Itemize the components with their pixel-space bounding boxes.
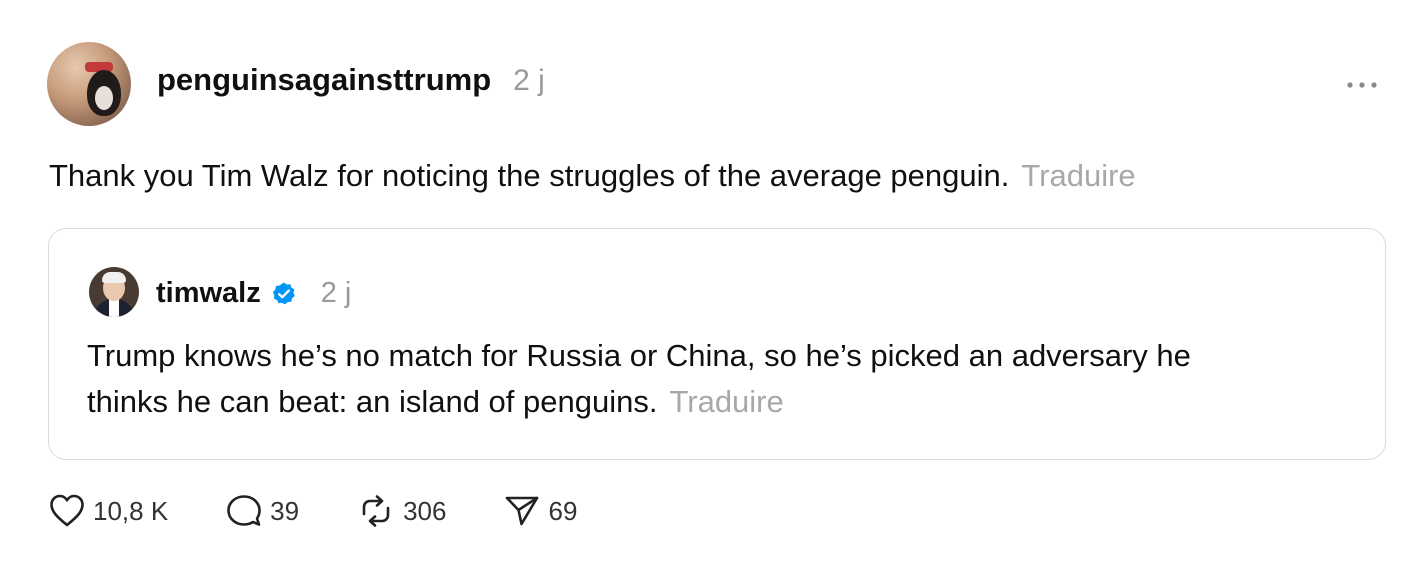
- quoted-author-username[interactable]: timwalz: [156, 277, 261, 310]
- avatar-shirt: [109, 299, 119, 317]
- repost-icon: [362, 495, 390, 527]
- quoted-post-text-line-1: Trump knows he’s no match for Russia or …: [87, 338, 1191, 373]
- quoted-post-card[interactable]: timwalz 2 j Trump knows he’s no match fo…: [48, 228, 1386, 460]
- quoted-post-header: timwalz 2 j: [156, 277, 351, 310]
- repost-button[interactable]: 306: [357, 494, 446, 528]
- quoted-post-body: Trump knows he’s no match for Russia or …: [87, 333, 1347, 425]
- avatar-hair: [102, 272, 126, 283]
- action-bar: 10,8 K 39 306 69: [49, 494, 635, 528]
- post-timestamp[interactable]: 2 j: [513, 64, 545, 98]
- translate-link[interactable]: Traduire: [1021, 158, 1135, 193]
- send-icon: [506, 496, 539, 526]
- author-avatar[interactable]: [47, 42, 131, 126]
- more-horizontal-icon: [1347, 82, 1377, 88]
- quoted-post-timestamp[interactable]: 2 j: [321, 277, 352, 310]
- quoted-post-text-line-2-wrap: thinks he can beat: an island of penguin…: [87, 379, 1347, 425]
- author-username[interactable]: penguinsagainsttrump: [157, 62, 491, 98]
- thread-post: penguinsagainsttrump 2 j Thank you Tim W…: [0, 0, 1426, 568]
- like-button[interactable]: 10,8 K: [49, 494, 168, 528]
- post-text: Thank you Tim Walz for noticing the stru…: [49, 158, 1010, 193]
- quoted-author-avatar[interactable]: [89, 267, 139, 317]
- post-header: penguinsagainsttrump 2 j: [157, 62, 545, 98]
- repost-count: 306: [403, 495, 447, 526]
- share-button[interactable]: 69: [504, 494, 577, 528]
- comment-icon: [227, 495, 261, 526]
- avatar-penguin-belly: [95, 86, 113, 110]
- quoted-post-text-line-2: thinks he can beat: an island of penguin…: [87, 384, 658, 419]
- share-count: 69: [548, 495, 578, 526]
- verified-badge-icon: [271, 281, 297, 307]
- quoted-translate-link[interactable]: Traduire: [669, 384, 783, 419]
- more-options-button[interactable]: [1344, 70, 1380, 100]
- post-body: Thank you Tim Walz for noticing the stru…: [49, 158, 1136, 194]
- reply-button[interactable]: 39: [226, 494, 299, 528]
- like-count: 10,8 K: [93, 495, 169, 526]
- reply-count: 39: [270, 495, 300, 526]
- heart-icon: [50, 494, 84, 527]
